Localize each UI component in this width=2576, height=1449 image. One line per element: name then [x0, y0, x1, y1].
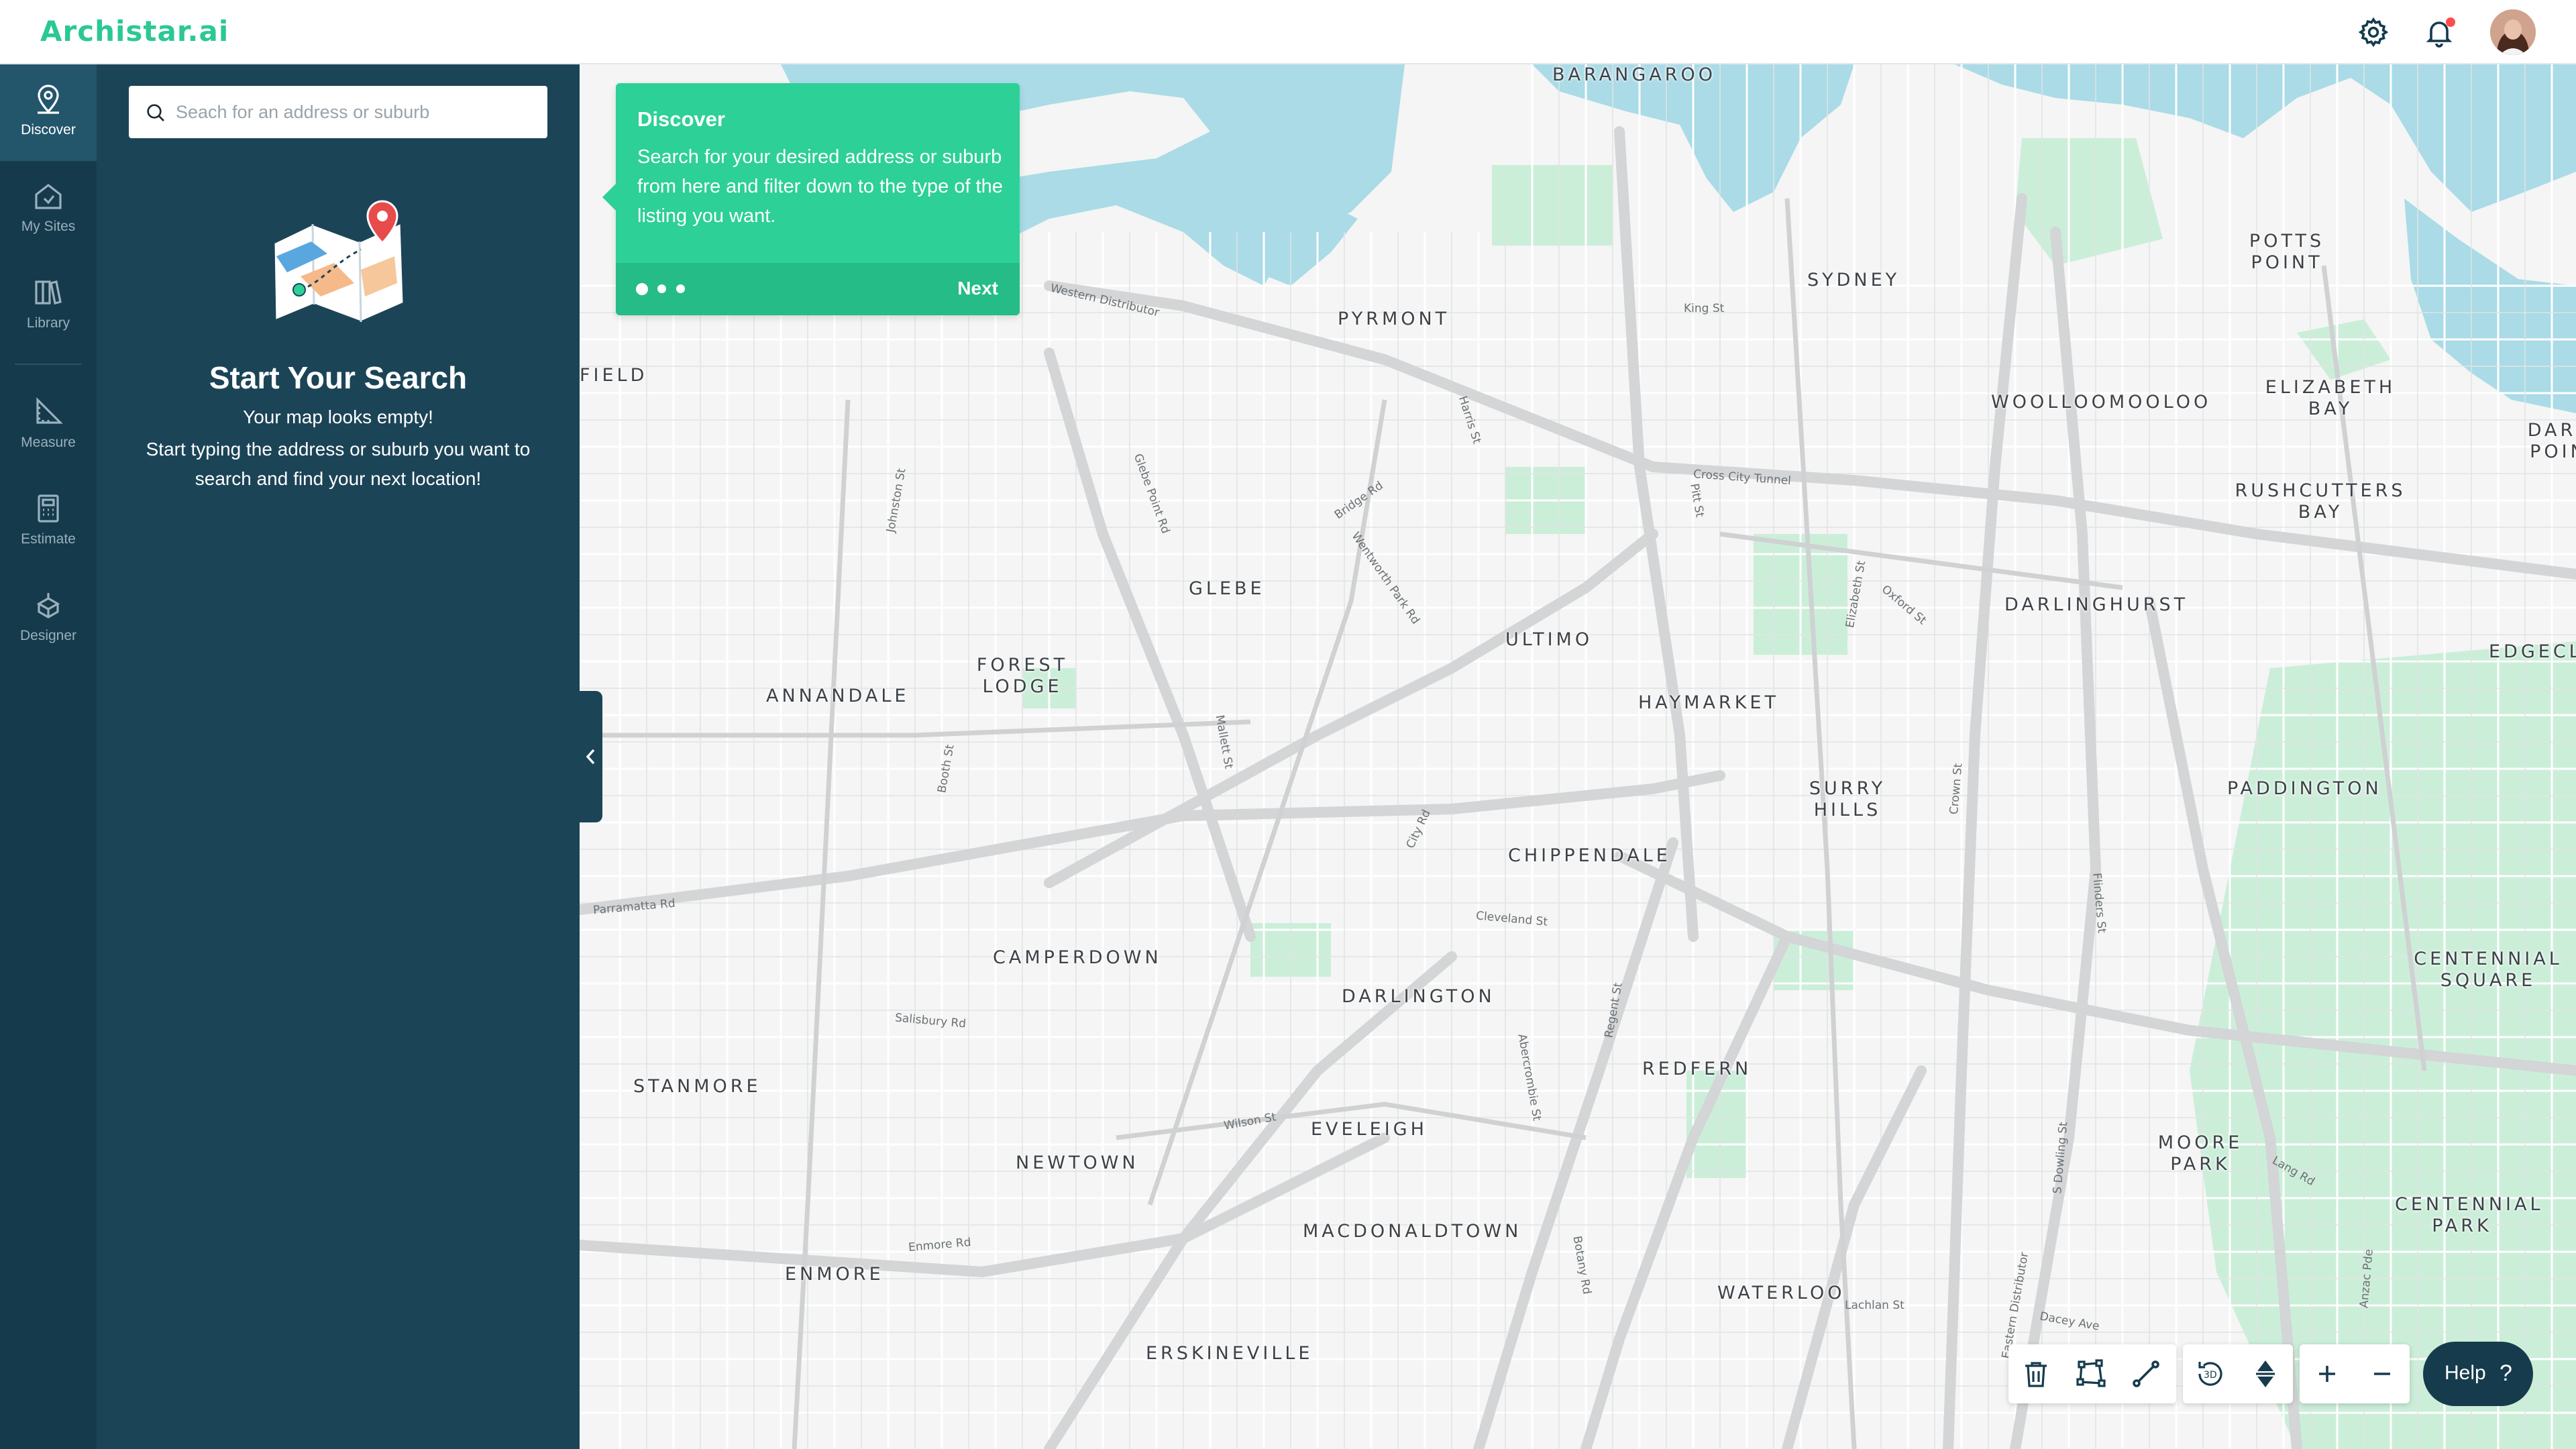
nav-measure[interactable]: Measure [0, 377, 97, 474]
measure-line-button[interactable] [2118, 1344, 2174, 1403]
suburb-label: DARLINGHURST [2004, 594, 2189, 615]
height-icon [2256, 1360, 2275, 1387]
nav-label: Estimate [21, 531, 76, 547]
suburb-label: BARANGAROO [1552, 64, 1716, 85]
polygon-button[interactable] [2063, 1344, 2118, 1403]
nav-discover[interactable]: Discover [0, 64, 97, 161]
zoom-out-button[interactable] [2355, 1344, 2410, 1403]
avatar[interactable] [2490, 9, 2536, 55]
step-dot-active[interactable] [636, 283, 648, 295]
map-pin-icon [38, 85, 59, 114]
suburb-label: STANMORE [633, 1076, 761, 1097]
collapse-panel-button[interactable] [580, 691, 602, 822]
nav-label: Designer [19, 628, 77, 643]
trash-button[interactable] [2008, 1344, 2063, 1403]
nav-label: Discover [21, 122, 76, 138]
suburb-label: SURRY HILLS [1809, 778, 1886, 820]
suburb-label: SYDNEY [1807, 270, 1900, 290]
left-nav: Discover My Sites Library Measure Estima… [0, 64, 97, 1449]
polygon-icon [2076, 1359, 2106, 1387]
rotate-3d-button[interactable]: 3D [2183, 1344, 2238, 1403]
empty-state-description: Start typing the address or suburb you w… [146, 439, 531, 489]
nav-label: My Sites [21, 219, 76, 234]
suburb-label: POTTS POINT [2249, 231, 2325, 273]
step-dot[interactable] [676, 284, 685, 293]
rotate-3d-icon: 3D [2198, 1362, 2222, 1386]
nav-my-sites[interactable]: My Sites [0, 161, 97, 258]
suburb-label: ULTIMO [1505, 629, 1593, 650]
designer-icon [36, 593, 60, 619]
notification-dot [2446, 17, 2455, 27]
suburb-label: HAYMARKET [1638, 692, 1779, 713]
street-label: King St [1684, 302, 1725, 315]
view-toolbar: 3D [2183, 1344, 2293, 1403]
ruler-icon [36, 397, 63, 424]
library-icon [35, 280, 62, 305]
suburb-label: MOORE PARK [2157, 1132, 2243, 1175]
help-label: Help [2445, 1362, 2486, 1384]
gear-icon[interactable] [2357, 16, 2390, 48]
suburb-label: CAMPERDOWN [993, 947, 1162, 968]
empty-state-title: Start Your Search [209, 360, 468, 395]
suburb-label: PADDINGTON [2227, 778, 2382, 799]
next-button[interactable]: Next [957, 278, 998, 299]
suburb-label: ERSKINEVILLE [1146, 1343, 1313, 1364]
suburb-label: NEWTOWN [1016, 1152, 1139, 1173]
empty-state-subtitle: Your map looks empty! [243, 407, 433, 427]
top-bar: Archistar.ai [0, 0, 2576, 64]
onboarding-tooltip: Discover Search for your desired address… [602, 83, 1020, 315]
suburb-label: CHIPPENDALE [1508, 845, 1671, 866]
search-panel: Start Your Search Your map looks empty! … [97, 64, 580, 1449]
plus-icon [2319, 1366, 2335, 1382]
app-logo[interactable]: Archistar.ai [40, 15, 229, 48]
suburb-label: DARL POIN [2527, 420, 2576, 462]
help-icon: ? [2500, 1360, 2512, 1386]
draw-toolbar [2008, 1344, 2176, 1403]
suburb-label: MACDONALDTOWN [1303, 1221, 1522, 1242]
suburb-label: RUSHCUTTERS BAY [2235, 480, 2406, 523]
tooltip-title: Discover [637, 107, 725, 131]
suburb-label: WATERLOO [1717, 1283, 1845, 1303]
minus-icon [2374, 1373, 2390, 1375]
suburb-label: EVELEIGH [1311, 1119, 1428, 1140]
nav-estimate[interactable]: Estimate [0, 474, 97, 570]
svg-text:3D: 3D [2204, 1370, 2217, 1381]
suburb-label: FIELD [580, 365, 648, 386]
nav-label: Library [26, 315, 70, 331]
step-dot[interactable] [657, 284, 666, 293]
search-box[interactable] [129, 86, 547, 138]
suburb-label: EDGECLIFF [2489, 641, 2576, 662]
home-icon [35, 183, 62, 209]
suburb-label: GLEBE [1189, 578, 1265, 599]
suburb-label: WOOLLOOMOOLOO [1991, 392, 2212, 413]
trash-icon [2025, 1362, 2047, 1387]
suburb-label: PYRMONT [1338, 309, 1450, 329]
chevron-left-icon [586, 749, 595, 765]
bell-icon[interactable] [2423, 16, 2455, 48]
suburb-label: REDFERN [1642, 1059, 1752, 1079]
suburb-label: ELIZABETH BAY [2265, 377, 2396, 419]
nav-library[interactable]: Library [0, 258, 97, 354]
suburb-label: CENTENNIAL SQUARE [2414, 949, 2563, 991]
tooltip-footer: Next [616, 263, 1020, 315]
search-icon [147, 104, 164, 121]
nav-label: Measure [21, 435, 76, 450]
suburb-label: DARLINGTON [1342, 986, 1495, 1007]
search-input[interactable] [176, 98, 525, 126]
tooltip-body: Search for your desired address or subur… [637, 146, 1003, 227]
map-illustration [260, 189, 416, 335]
street-label: Lachlan St [1845, 1299, 1904, 1312]
calculator-icon [38, 494, 59, 523]
nav-divider [15, 364, 82, 365]
suburb-label: ANNANDALE [766, 686, 910, 706]
line-measure-icon [2133, 1360, 2159, 1387]
suburb-label: CENTENNIAL PARK [2395, 1194, 2544, 1236]
help-button[interactable]: Help ? [2423, 1342, 2533, 1406]
nav-designer[interactable]: Designer [0, 570, 97, 667]
suburb-label: ENMORE [785, 1264, 884, 1285]
height-button[interactable] [2238, 1344, 2293, 1403]
suburb-label: FOREST LODGE [976, 655, 1069, 697]
zoom-in-button[interactable] [2300, 1344, 2355, 1403]
zoom-toolbar [2300, 1344, 2410, 1403]
